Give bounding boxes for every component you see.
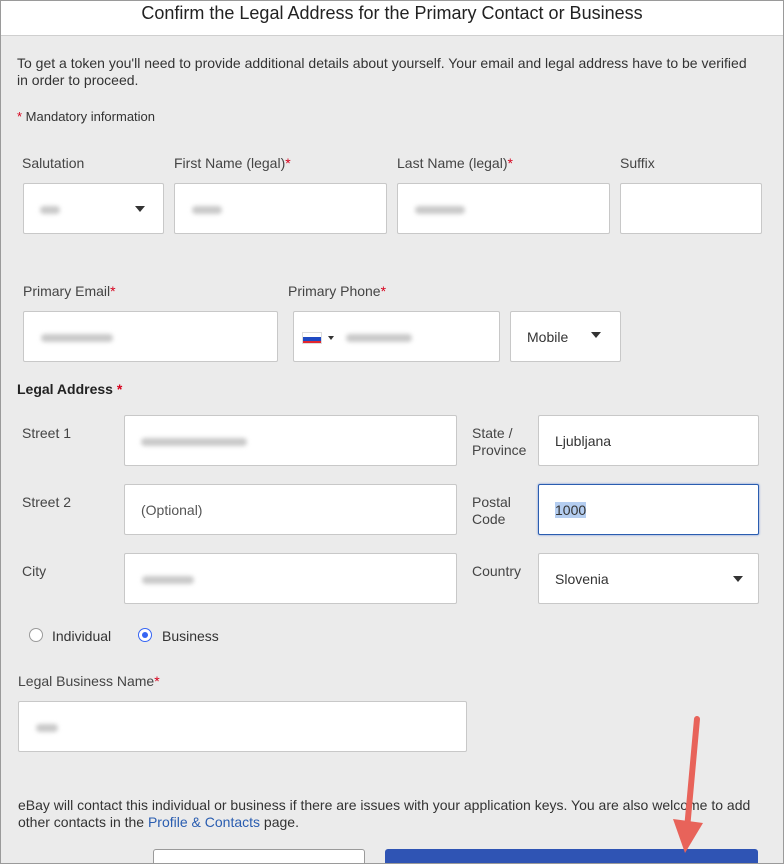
contact-notice: eBay will contact this individual or bus… [18, 797, 763, 831]
redacted-value [142, 576, 194, 584]
primary-phone-field[interactable] [293, 311, 500, 362]
individual-radio[interactable] [29, 628, 43, 642]
dialog-title: Confirm the Legal Address for the Primar… [1, 1, 783, 36]
redacted-value [192, 206, 222, 214]
required-marker: * [154, 673, 160, 689]
city-field[interactable] [124, 553, 457, 604]
legal-business-name-label-text: Legal Business Name [18, 673, 155, 689]
primary-phone-label-text: Primary Phone [288, 283, 381, 299]
legal-address-heading-text: Legal Address [17, 381, 113, 397]
cancel-button[interactable] [153, 849, 365, 863]
country-select[interactable]: Slovenia [538, 553, 759, 604]
primary-phone-label: Primary Phone* [288, 283, 386, 300]
mandatory-note-text: Mandatory information [22, 109, 156, 124]
country-label: Country [472, 563, 522, 579]
business-label[interactable]: Business [162, 628, 219, 644]
intro-text: To get a token you'll need to provide ad… [17, 55, 747, 88]
city-label: City [22, 563, 47, 579]
individual-label[interactable]: Individual [52, 628, 111, 644]
primary-email-label: Primary Email* [23, 283, 116, 300]
last-name-label: Last Name (legal)* [397, 155, 513, 172]
redacted-value [415, 206, 465, 214]
state-province-label: State / Province [472, 425, 526, 459]
country-code-chevron-icon[interactable] [328, 336, 334, 340]
suffix-label: Suffix [620, 155, 655, 171]
first-name-label: First Name (legal)* [174, 155, 291, 172]
street2-placeholder: (Optional) [141, 502, 203, 518]
salutation-select[interactable] [23, 183, 164, 234]
mandatory-note: * Mandatory information [17, 109, 155, 124]
legal-business-name-field[interactable] [18, 701, 467, 752]
slovenia-flag-icon[interactable] [302, 332, 322, 344]
salutation-label: Salutation [22, 155, 85, 171]
legal-business-name-label: Legal Business Name* [18, 673, 160, 690]
street1-label: Street 1 [22, 425, 72, 441]
business-radio[interactable] [138, 628, 152, 642]
postal-value: 1000 [555, 502, 587, 518]
chevron-down-icon [591, 332, 601, 338]
primary-email-field[interactable] [23, 311, 278, 362]
primary-email-label-text: Primary Email [23, 283, 111, 299]
first-name-label-text: First Name (legal) [174, 155, 286, 171]
street2-label: Street 2 [22, 494, 72, 510]
redacted-value [141, 438, 247, 446]
chevron-down-icon [733, 576, 743, 582]
contact-notice-suffix: page. [260, 814, 299, 830]
annotation-arrow-icon [673, 716, 703, 853]
redacted-value [41, 334, 113, 342]
country-value: Slovenia [555, 571, 609, 587]
postal-code-label: Postal Code [472, 494, 511, 528]
required-marker: * [380, 283, 387, 299]
required-marker: * [116, 381, 123, 397]
redacted-value [346, 334, 412, 342]
profile-contacts-link[interactable]: Profile & Contacts [148, 814, 260, 830]
chevron-down-icon [135, 206, 145, 212]
phone-type-value: Mobile [527, 329, 569, 345]
postal-label-line1: Postal [472, 494, 511, 510]
first-name-field[interactable] [174, 183, 387, 234]
postal-label-line2: Code [472, 511, 506, 527]
required-marker: * [110, 283, 116, 299]
phone-type-select[interactable]: Mobile [510, 311, 621, 362]
confirm-legal-address-dialog: Confirm the Legal Address for the Primar… [0, 0, 784, 864]
street2-field[interactable]: (Optional) [124, 484, 457, 535]
postal-code-field[interactable]: 1000 [538, 484, 759, 535]
street1-field[interactable] [124, 415, 457, 466]
redacted-value [40, 206, 60, 214]
last-name-field[interactable] [397, 183, 610, 234]
state-label-line2: Province [472, 442, 527, 458]
state-label-line1: State / [472, 425, 513, 441]
legal-address-heading: Legal Address * [17, 381, 122, 397]
redacted-value [36, 724, 58, 732]
state-value: Ljubljana [555, 433, 612, 449]
required-marker: * [285, 155, 291, 171]
required-marker: * [507, 155, 513, 171]
last-name-label-text: Last Name (legal) [397, 155, 508, 171]
contact-notice-text: eBay will contact this individual or bus… [18, 797, 751, 830]
state-province-field[interactable]: Ljubljana [538, 415, 759, 466]
suffix-field[interactable] [620, 183, 762, 234]
